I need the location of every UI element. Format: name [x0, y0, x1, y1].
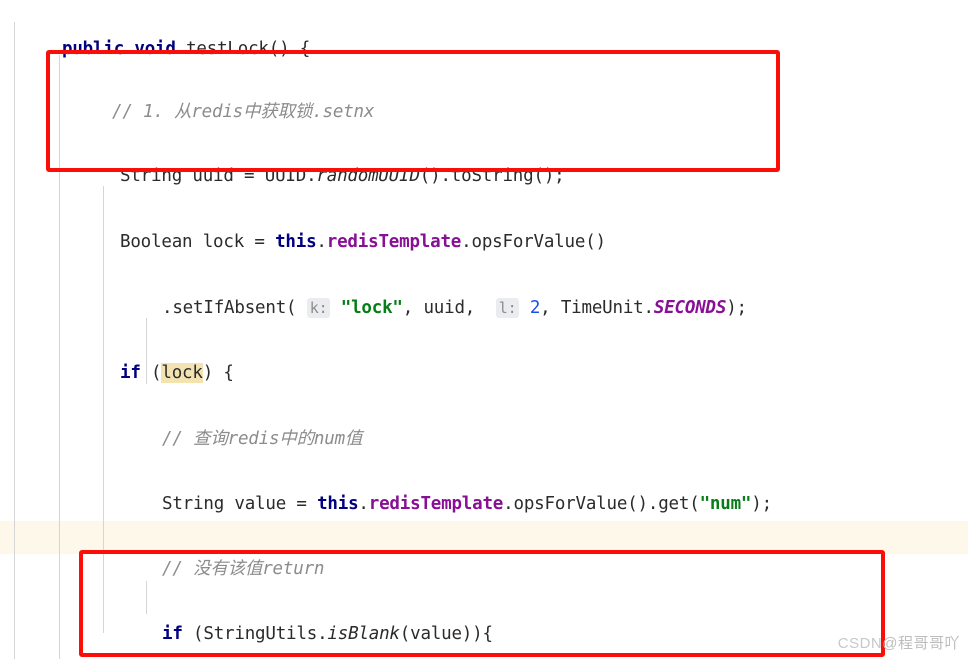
code-line: public void testLock() {: [0, 0, 968, 59]
method-opsForValue: opsForValue: [513, 494, 628, 515]
watermark-brand: CSDN: [837, 635, 883, 652]
keyword-void: void: [134, 38, 176, 59]
code-screenshot: public void testLock() { // 1. 从redis中获取…: [0, 0, 968, 659]
number-2: 2: [529, 297, 541, 318]
var-uuid: uuid: [423, 297, 465, 318]
code-line: // 1. 从redis中获取锁.setnx: [0, 63, 968, 122]
code-editor[interactable]: public void testLock() { // 1. 从redis中获取…: [0, 0, 968, 659]
method-opsForValue: opsForValue: [471, 232, 586, 253]
code-line: String value = this.redisTemplate.opsFor…: [162, 494, 772, 515]
code-line: .setIfAbsent( k: "lock", uuid, l: 2, Tim…: [162, 297, 747, 318]
method-isBlank: isBlank: [327, 623, 400, 644]
method-declaration: testLock() {: [186, 38, 311, 59]
type-String: String: [120, 166, 183, 187]
method-randomUUID: randomUUID: [316, 166, 420, 187]
param-hint-l: l:: [495, 297, 520, 318]
method-get: get: [658, 494, 690, 515]
comment-acquire-lock: // 1. 从redis中获取锁.setnx: [112, 101, 375, 122]
type-Boolean: Boolean: [120, 232, 193, 253]
keyword-if: if: [120, 362, 141, 383]
method-setIfAbsent: .setIfAbsent(: [162, 297, 297, 318]
code-line: String uuid = UUID.randomUUID().toString…: [120, 166, 565, 187]
code-line: if (lock) {: [120, 362, 234, 383]
comment-query-num: // 查询redis中的num值: [162, 428, 363, 449]
var-uuid: uuid: [192, 166, 234, 187]
code-line: // 没有该值return: [0, 520, 968, 579]
csdn-watermark: CSDN@程哥哥吖: [838, 632, 960, 653]
var-value: value: [234, 494, 287, 515]
string-num: "num": [699, 494, 752, 515]
code-line: // 查询redis中的num值: [0, 390, 968, 449]
type-StringUtils: StringUtils: [203, 623, 318, 644]
code-line: return ;: [0, 651, 968, 659]
type-TimeUnit: TimeUnit: [560, 297, 644, 318]
watermark-user: @程哥哥吖: [882, 635, 960, 652]
method-toString: toString: [450, 166, 534, 187]
keyword-this: this: [275, 232, 317, 253]
code-line: Boolean lock = this.redisTemplate.opsFor…: [120, 232, 606, 253]
field-redisTemplate: redisTemplate: [368, 494, 504, 515]
comment-no-value-return: // 没有该值return: [162, 559, 325, 580]
string-lock: "lock": [340, 297, 403, 318]
var-lock: lock: [202, 232, 245, 253]
constant-SECONDS: SECONDS: [653, 297, 727, 318]
param-hint-k: k:: [306, 297, 331, 318]
code-line: if (StringUtils.isBlank(value)){: [162, 623, 493, 644]
type-UUID: UUID: [264, 166, 307, 187]
field-redisTemplate: redisTemplate: [326, 232, 462, 253]
keyword-this: this: [317, 494, 359, 515]
keyword-public: public: [62, 38, 125, 59]
var-lock-highlighted: lock: [161, 362, 203, 383]
type-String: String: [162, 494, 225, 515]
keyword-if: if: [162, 623, 183, 644]
var-value: value: [410, 623, 462, 644]
